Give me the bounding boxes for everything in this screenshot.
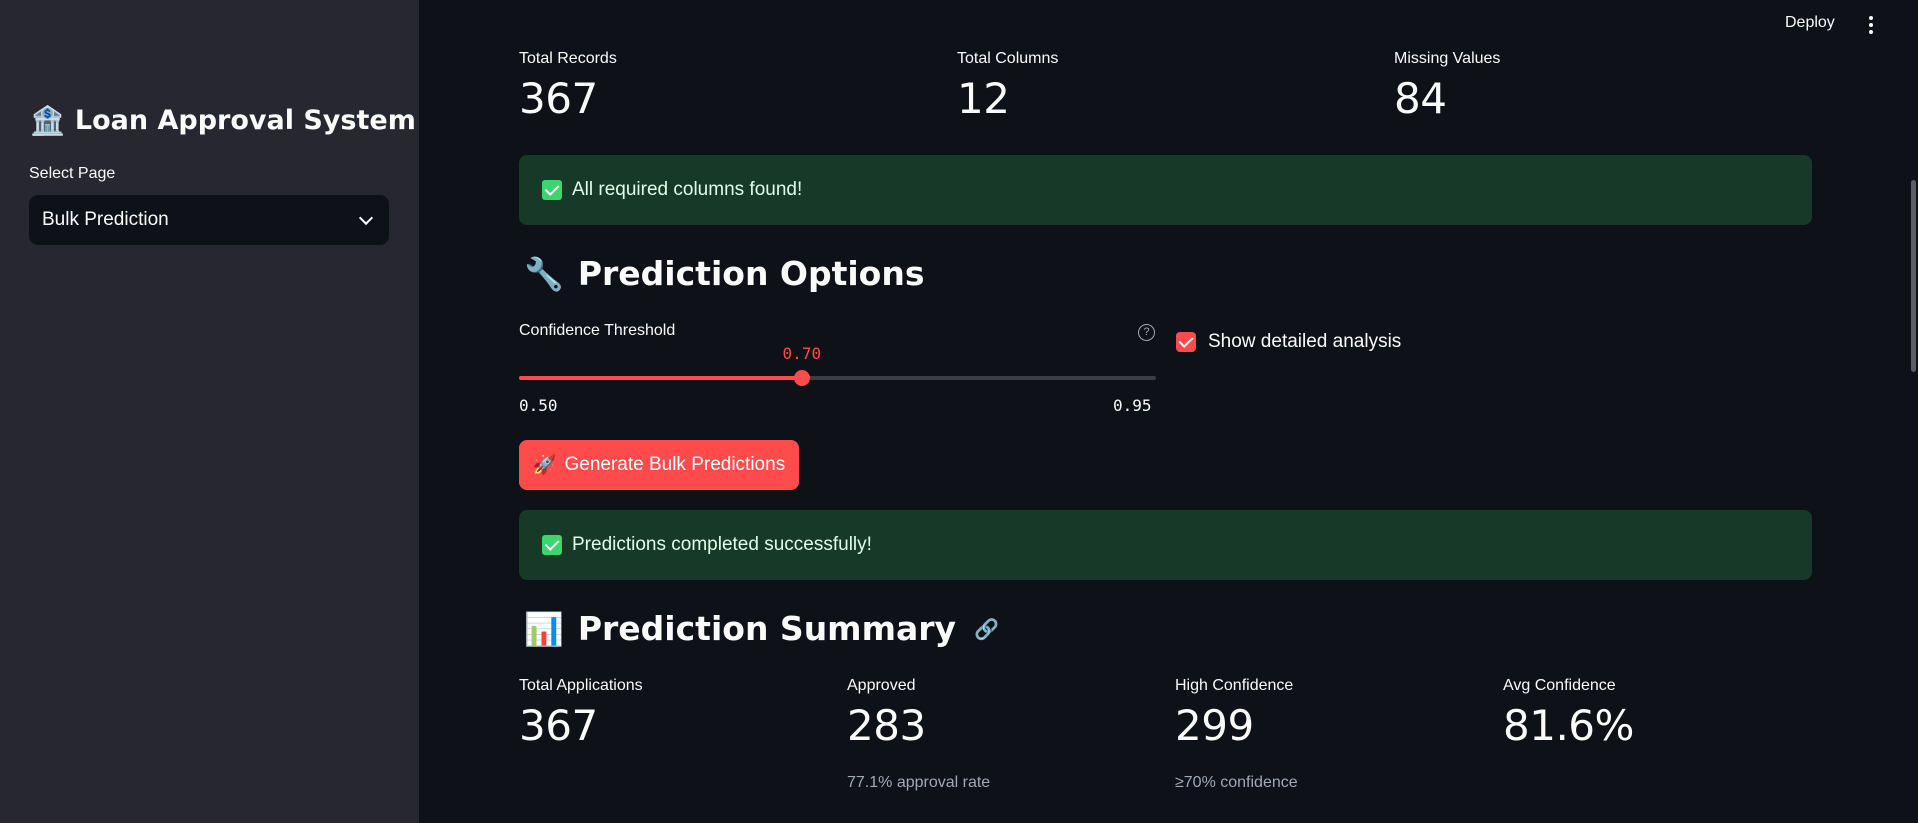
deploy-button[interactable]: Deploy <box>1785 14 1835 32</box>
metric-missing-values: Missing Values 84 <box>1394 50 1500 123</box>
show-detailed-checkbox[interactable]: Show detailed analysis <box>1176 331 1401 353</box>
help-icon[interactable]: ? <box>1138 324 1155 341</box>
select-page-label: Select Page <box>29 165 116 182</box>
confidence-threshold-slider[interactable]: 0.70 <box>519 344 1156 386</box>
metric-value: 81.6% <box>1503 701 1634 750</box>
app-root: 🏦 Loan Approval System Select Page Bulk … <box>0 0 1918 823</box>
rocket-icon: 🚀 <box>532 455 557 476</box>
slider-max: 0.95 <box>1113 396 1152 415</box>
sidebar-title-text: Loan Approval System <box>74 105 416 136</box>
metric-value: 299 <box>1175 701 1254 750</box>
slider-value: 0.70 <box>782 344 822 363</box>
generate-bulk-predictions-button[interactable]: 🚀 Generate Bulk Predictions <box>519 440 799 490</box>
metric-label: Total Records <box>519 50 617 67</box>
metric-delta: ≥70% confidence <box>1175 774 1298 791</box>
metric-label: Total Columns <box>957 50 1059 67</box>
page-select[interactable]: Bulk Prediction <box>29 195 389 245</box>
slider-fill <box>519 376 802 380</box>
metric-label: Total Applications <box>519 677 643 694</box>
metric-value: 367 <box>519 701 598 750</box>
bank-icon: 🏦 <box>30 104 65 137</box>
metric-label: High Confidence <box>1175 677 1294 694</box>
metric-value: 283 <box>847 701 926 750</box>
scrollbar-thumb[interactable] <box>1911 180 1916 372</box>
check-icon <box>542 535 562 555</box>
prediction-options-heading: 🔧 Prediction Options <box>524 254 925 293</box>
confidence-threshold-label: Confidence Threshold <box>519 322 676 339</box>
bar-chart-icon: 📊 <box>524 609 564 648</box>
wrench-icon: 🔧 <box>524 254 564 293</box>
metric-value: 367 <box>519 74 598 123</box>
sidebar: 🏦 Loan Approval System Select Page Bulk … <box>0 0 419 823</box>
metric-high-confidence: High Confidence 299 ≥70% confidence <box>1175 677 1298 792</box>
metric-label: Avg Confidence <box>1503 677 1616 694</box>
metric-value: 12 <box>957 74 1010 123</box>
success-alert-predictions: Predictions completed successfully! <box>519 510 1812 580</box>
metric-approved: Approved 283 77.1% approval rate <box>847 677 990 792</box>
slider-thumb[interactable] <box>793 370 810 386</box>
heading-text: Prediction Summary <box>577 609 957 648</box>
prediction-summary-heading: 📊 Prediction Summary 🔗 <box>524 609 999 648</box>
heading-text: Prediction Options <box>577 254 925 293</box>
checkbox-checked-icon[interactable] <box>1176 332 1196 352</box>
slider-min: 0.50 <box>519 396 558 415</box>
metric-total-columns: Total Columns 12 <box>957 50 1058 123</box>
metric-total-records: Total Records 367 <box>519 50 617 123</box>
alert-text: All required columns found! <box>572 179 803 200</box>
checkbox-label: Show detailed analysis <box>1208 331 1402 352</box>
check-icon <box>542 180 562 200</box>
metric-label: Approved <box>847 677 916 694</box>
success-alert-columns: All required columns found! <box>519 155 1812 225</box>
metric-label: Missing Values <box>1394 50 1501 67</box>
metric-delta: 77.1% approval rate <box>847 774 991 791</box>
chevron-down-icon <box>358 210 374 225</box>
metric-avg-confidence: Avg Confidence 81.6% <box>1503 677 1634 750</box>
sidebar-title: 🏦 Loan Approval System <box>30 104 416 137</box>
button-label: Generate Bulk Predictions <box>564 454 786 475</box>
metric-total-applications: Total Applications 367 <box>519 677 643 750</box>
kebab-menu-icon[interactable] <box>1866 14 1876 36</box>
alert-text: Predictions completed successfully! <box>572 534 872 555</box>
link-icon[interactable]: 🔗 <box>974 617 999 641</box>
page-select-value: Bulk Prediction <box>42 209 169 230</box>
metric-value: 84 <box>1394 74 1447 123</box>
